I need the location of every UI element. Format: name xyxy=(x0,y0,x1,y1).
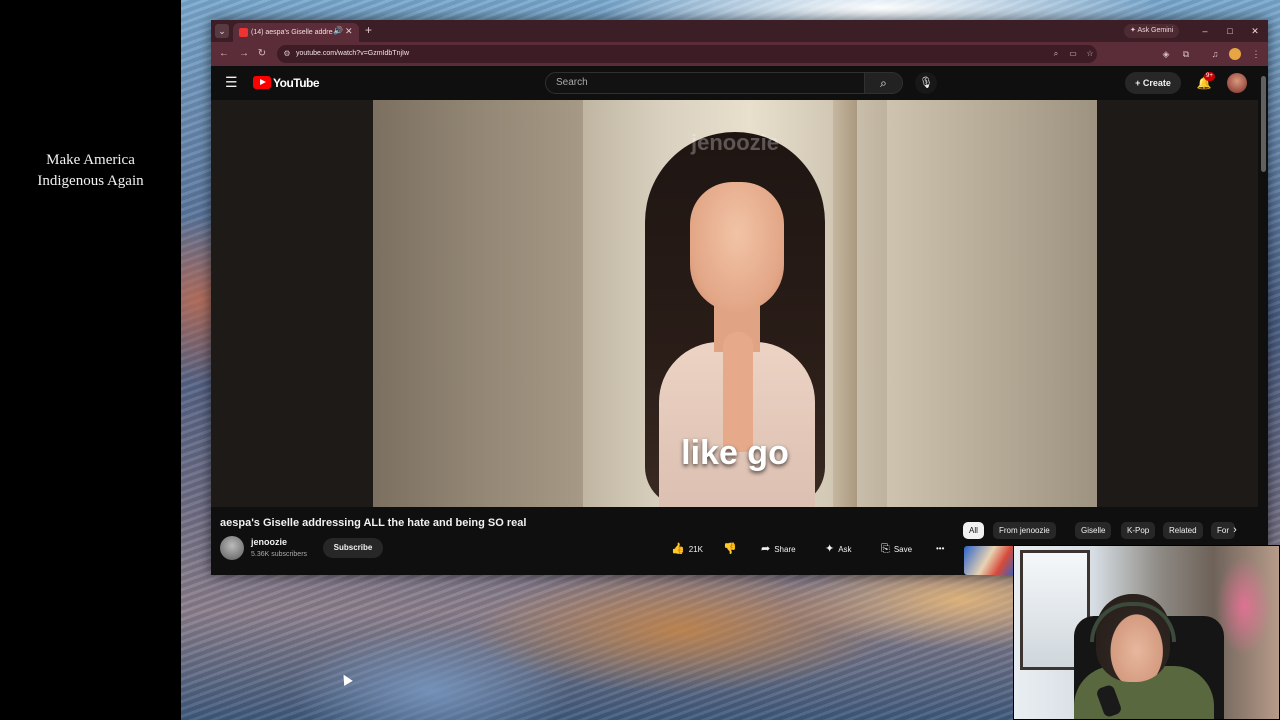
save-button[interactable]: ⎘ Save xyxy=(881,539,912,559)
tab-search-button[interactable]: ⌄ xyxy=(215,24,229,38)
tab-close-icon[interactable]: ✕ xyxy=(345,26,353,37)
notification-badge: 9+ xyxy=(1204,72,1215,81)
related-filter-chips: All From jenoozie Giselle K-Pop Related … xyxy=(963,520,1258,540)
person-face xyxy=(690,182,784,312)
play-triangle-icon xyxy=(260,79,266,85)
microphone-icon[interactable]: 🎙 xyxy=(915,72,937,94)
ask-gemini-label: Ask Gemini xyxy=(1137,27,1174,34)
side-caption-line-2: Indigenous Again xyxy=(37,173,144,189)
reload-button[interactable]: ↻ xyxy=(255,47,269,61)
share-label: Share xyxy=(774,545,796,554)
create-label: Create xyxy=(1142,78,1171,88)
webcam-overlay xyxy=(1013,545,1280,720)
video-watermark: jenoozie xyxy=(690,130,779,155)
thumbs-down-icon: 👎 xyxy=(723,543,737,555)
browser-tab-active[interactable]: (14) aespa's Giselle address 🔊 ✕ xyxy=(233,23,359,42)
extension-icon[interactable]: ◈ xyxy=(1159,47,1173,61)
account-avatar[interactable] xyxy=(1227,73,1247,93)
plus-icon: + xyxy=(1135,78,1143,88)
search-input[interactable]: Search xyxy=(545,72,865,94)
hamburger-menu-icon[interactable]: ☰ xyxy=(225,75,239,89)
video-caption-text: like go xyxy=(681,434,789,472)
channel-avatar[interactable] xyxy=(220,536,244,560)
more-actions-icon[interactable]: ••• xyxy=(936,539,944,559)
address-bar: ← → ↻ ⚙ youtube.com/watch?v=GzmIdbTnjIw … xyxy=(211,42,1268,66)
thumbs-up-icon: 👍 xyxy=(671,543,685,555)
site-info-icon[interactable]: ⚙ xyxy=(282,49,292,59)
youtube-logo-icon[interactable] xyxy=(253,76,271,89)
video-player[interactable]: jenoozie like go xyxy=(211,100,1258,507)
side-caption: Make America Indigenous Again xyxy=(0,150,181,192)
maximize-button[interactable]: □ xyxy=(1224,24,1236,38)
chevron-right-icon[interactable]: › xyxy=(1228,523,1242,537)
back-button[interactable]: ← xyxy=(217,47,231,61)
sparkle-icon: ✦ xyxy=(825,543,835,555)
ask-gemini-button[interactable]: ✦ Ask Gemini xyxy=(1124,24,1180,38)
close-window-button[interactable]: ✕ xyxy=(1249,24,1261,38)
url-text[interactable]: youtube.com/watch?v=GzmIdbTnjIw xyxy=(296,48,409,60)
dislike-button[interactable]: 👎 xyxy=(723,539,741,559)
chip-all[interactable]: All xyxy=(963,522,984,539)
tab-bar: ⌄ (14) aespa's Giselle address 🔊 ✕ + ✦ A… xyxy=(211,20,1268,42)
screen: Make America Indigenous Again ⌄ (14) aes… xyxy=(0,0,1280,720)
chip-kpop[interactable]: K-Pop xyxy=(1121,522,1156,539)
bookmark-star-icon[interactable]: ☆ xyxy=(1085,49,1095,59)
chip-related[interactable]: Related xyxy=(1163,522,1203,539)
like-button[interactable]: 👍 21K xyxy=(671,539,703,559)
create-button[interactable]: + Create xyxy=(1125,72,1181,94)
video-title: aespa's Giselle addressing ALL the hate … xyxy=(220,517,527,529)
page-scrollbar[interactable] xyxy=(1261,76,1266,172)
subscriber-count: 5.36K subscribers xyxy=(251,551,308,558)
youtube-favicon-icon xyxy=(239,28,248,37)
mouse-cursor-icon xyxy=(339,672,353,686)
zoom-icon[interactable]: ⌕ xyxy=(1051,49,1061,59)
share-arrow-icon: ➦ xyxy=(761,543,771,555)
browser-profile-avatar[interactable] xyxy=(1229,48,1241,60)
save-label: Save xyxy=(893,545,913,554)
related-video-thumbnail[interactable] xyxy=(964,546,1016,575)
bookmark-icon: ⎘ xyxy=(881,543,890,555)
minimize-button[interactable]: – xyxy=(1199,24,1211,38)
browser-menu-icon[interactable]: ⋮ xyxy=(1249,47,1263,61)
youtube-masthead: ☰ YouTube Search ⌕ 🎙 + Create 🔔 9+ xyxy=(211,66,1268,100)
forward-button[interactable]: → xyxy=(237,47,251,61)
chip-giselle[interactable]: Giselle xyxy=(1075,522,1112,539)
channel-name[interactable]: jenoozie xyxy=(251,537,287,548)
share-button[interactable]: ➦ Share xyxy=(761,539,796,559)
youtube-wordmark[interactable]: YouTube xyxy=(273,75,320,91)
side-caption-line-1: Make America xyxy=(46,152,135,168)
media-controls-icon[interactable]: ♫ xyxy=(1208,47,1222,61)
browser-window: ⌄ (14) aespa's Giselle address 🔊 ✕ + ✦ A… xyxy=(211,20,1268,575)
chip-from-channel[interactable]: From jenoozie xyxy=(993,522,1056,539)
like-count: 21K xyxy=(688,545,703,554)
ask-button[interactable]: ✦ Ask xyxy=(825,539,852,559)
side-panel: Make America Indigenous Again xyxy=(0,0,181,720)
search-icon[interactable]: ⌕ xyxy=(865,72,903,94)
cast-icon[interactable]: ▭ xyxy=(1068,49,1078,59)
tab-title: (14) aespa's Giselle address xyxy=(251,29,333,36)
audio-playing-icon[interactable]: 🔊 xyxy=(333,26,343,35)
omnibox[interactable]: ⚙ youtube.com/watch?v=GzmIdbTnjIw ⌕ ▭ ☆ xyxy=(277,45,1097,63)
subscribe-button[interactable]: Subscribe xyxy=(323,538,383,558)
new-tab-button[interactable]: + xyxy=(365,23,372,37)
extensions-puzzle-icon[interactable]: ⧉ xyxy=(1179,47,1193,61)
ask-label: Ask xyxy=(838,545,852,554)
